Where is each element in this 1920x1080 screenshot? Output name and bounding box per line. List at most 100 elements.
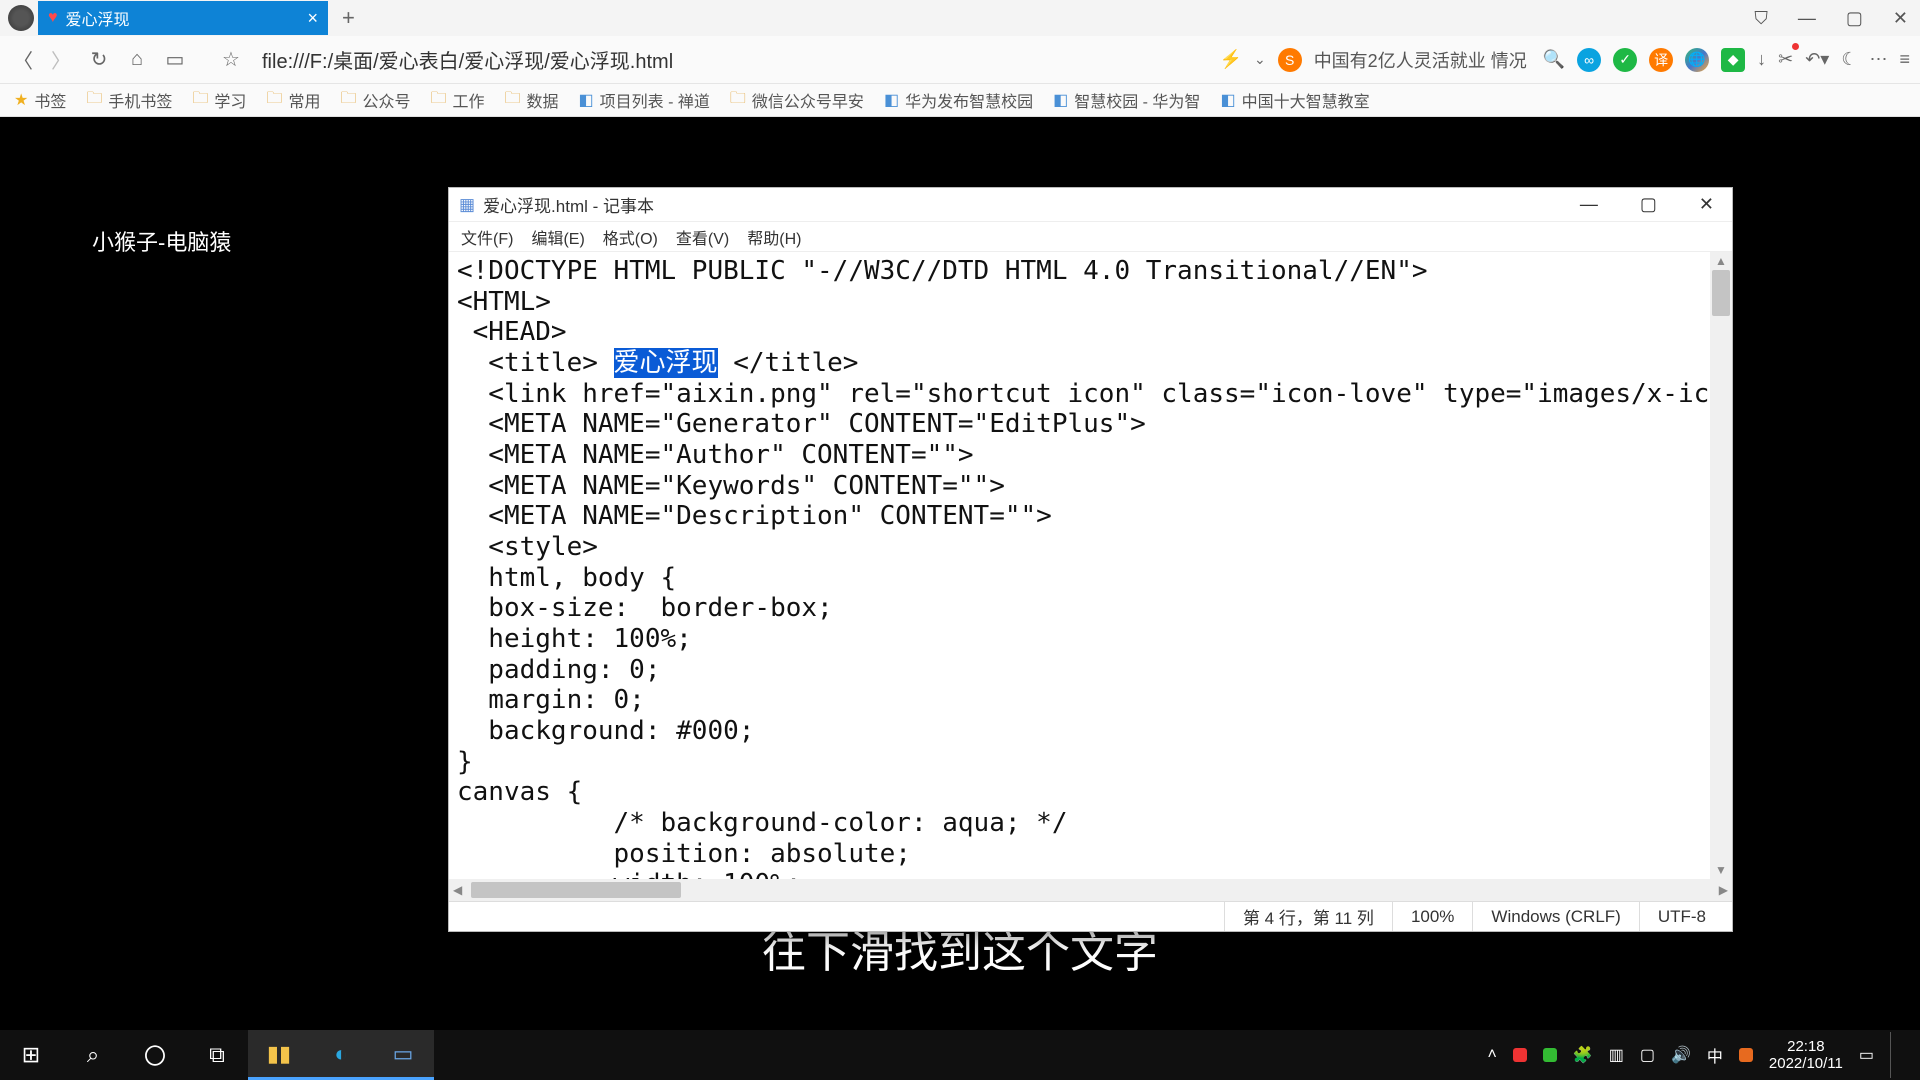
forward-button[interactable]: 〉 (48, 45, 74, 74)
tray-icon-wechat[interactable] (1543, 1048, 1557, 1062)
window-controls: ⛉ — ▢ ✕ (1748, 6, 1914, 31)
maximize-button[interactable]: ▢ (1840, 6, 1869, 31)
bookmark-item[interactable]: ★书签 (14, 88, 66, 112)
home-button[interactable]: ⌂ (124, 48, 150, 71)
notepad-close-button[interactable]: ✕ (1691, 194, 1722, 215)
menu-view[interactable]: 查看(V) (676, 225, 729, 249)
browser-taskbar[interactable]: ◐ (310, 1030, 372, 1080)
scroll-right-icon[interactable]: ▶ (1715, 883, 1732, 897)
menu-edit[interactable]: 编辑(E) (531, 225, 584, 249)
notepad-titlebar[interactable]: ▦ 爱心浮现.html - 记事本 — ▢ ✕ (449, 188, 1732, 222)
bookmark-label: 数据 (527, 88, 559, 112)
bookmark-item[interactable]: 🗀学习 (192, 87, 246, 114)
bookmark-label: 项目列表 - 禅道 (600, 88, 710, 112)
file-explorer-taskbar[interactable]: ▮▮ (248, 1030, 310, 1080)
url-input[interactable]: file:///F:/桌面/爱心表白/爱心浮现/爱心浮现.html (256, 41, 1208, 78)
bookmark-item[interactable]: 🗀微信公众号早安 (730, 87, 864, 114)
close-window-button[interactable]: ✕ (1887, 6, 1914, 31)
notifications-icon[interactable]: ▭ (1859, 1045, 1874, 1065)
bookmark-item[interactable]: ◧ 中国十大智慧教室 (1220, 88, 1369, 112)
adblock-icon[interactable]: ◆ (1721, 48, 1745, 72)
folder-icon: 🗀 (430, 87, 446, 114)
favorite-icon[interactable]: ☆ (218, 47, 244, 72)
browser-tab-active[interactable]: ♥ 爱心浮现 × (38, 1, 328, 35)
bookmark-item[interactable]: ◧华为发布智慧校园 (884, 88, 1033, 112)
undo-icon[interactable]: ↶▾ (1805, 49, 1829, 70)
taskbar-clock[interactable]: 22:18 2022/10/11 (1769, 1038, 1843, 1073)
show-desktop-button[interactable] (1890, 1032, 1912, 1078)
search-hint[interactable]: 中国有2亿人灵活就业 情况 (1314, 47, 1527, 73)
scroll-up-icon[interactable]: ▲ (1710, 254, 1732, 268)
task-view-button[interactable]: ⧉ (186, 1030, 248, 1080)
moon-icon[interactable]: ☾ (1841, 49, 1857, 70)
minimize-button[interactable]: — (1792, 6, 1822, 31)
close-tab-icon[interactable]: × (307, 8, 318, 29)
reload-button[interactable]: ↻ (86, 47, 112, 72)
search-icon[interactable]: 🔍 (1543, 49, 1565, 70)
system-tray: ˄ 🧩 ▥ ▢ 🔊 中 22:18 2022/10/11 ▭ (1487, 1032, 1920, 1078)
page-icon: ◧ (1220, 90, 1235, 110)
tray-icon-misc[interactable]: 🧩 (1573, 1045, 1593, 1065)
notepad-vertical-scrollbar[interactable]: ▲ ▼ (1710, 252, 1732, 879)
status-eol: Windows (CRLF) (1472, 902, 1638, 931)
reader-icon[interactable]: ▭ (162, 47, 188, 72)
scroll-down-icon[interactable]: ▼ (1710, 863, 1732, 877)
folder-icon: 🗀 (192, 87, 208, 114)
folder-icon: 🗀 (266, 87, 282, 114)
bookmark-item[interactable]: ◧智慧校园 - 华为智 (1053, 88, 1200, 112)
cortana-button[interactable]: 〇 (124, 1030, 186, 1080)
scroll-thumb-horizontal[interactable] (471, 882, 681, 898)
bookmark-item[interactable]: 🗀手机书签 (86, 87, 172, 114)
menu-format[interactable]: 格式(O) (603, 225, 658, 249)
volume-icon[interactable]: 🔊 (1671, 1045, 1691, 1065)
notepad-horizontal-scrollbar[interactable]: ◀ ▶ (449, 879, 1732, 901)
bookmark-item[interactable]: ◧项目列表 - 禅道 (579, 88, 710, 112)
scissors-icon[interactable]: ✂ (1778, 49, 1793, 70)
download-icon[interactable]: ↓ (1757, 49, 1766, 70)
bookmark-item[interactable]: 🗀公众号 (340, 87, 410, 114)
bookmark-label: 华为发布智慧校园 (905, 88, 1033, 112)
profile-avatar[interactable] (8, 5, 34, 31)
menu-help[interactable]: 帮助(H) (747, 225, 801, 249)
bookmark-item[interactable]: 🗀数据 (505, 87, 559, 114)
notepad-textarea[interactable]: <!DOCTYPE HTML PUBLIC "-//W3C//DTD HTML … (449, 252, 1710, 879)
scroll-thumb-vertical[interactable] (1712, 270, 1730, 316)
heart-icon: ♥ (48, 9, 58, 27)
sogou-icon[interactable]: S (1278, 48, 1302, 72)
ime-indicator[interactable]: 中 (1707, 1043, 1723, 1067)
menu-icon[interactable]: ≡ (1899, 49, 1910, 70)
status-zoom: 100% (1392, 902, 1472, 931)
notepad-taskbar[interactable]: ▭ (372, 1030, 434, 1080)
bookmarks-bar: ★书签🗀手机书签🗀学习🗀常用🗀公众号🗀工作🗀数据◧项目列表 - 禅道🗀微信公众号… (0, 84, 1920, 117)
folder-icon: 🗀 (505, 87, 521, 114)
bookmark-label: 中国十大智慧教室 (1242, 88, 1370, 112)
more-icon[interactable]: ⋯ (1869, 49, 1887, 70)
tray-icon-sogou[interactable] (1739, 1048, 1753, 1062)
tab-strip: ♥ 爱心浮现 × + ⛉ — ▢ ✕ (0, 0, 1920, 36)
tray-chevron-icon[interactable]: ˄ (1487, 1046, 1496, 1064)
scroll-left-icon[interactable]: ◀ (449, 883, 466, 897)
address-bar-row: 〈 〉 ↻ ⌂ ▭ ☆ file:///F:/桌面/爱心表白/爱心浮现/爱心浮现… (0, 36, 1920, 84)
network-icon[interactable]: ▢ (1640, 1045, 1655, 1065)
translate-icon[interactable]: 译 (1649, 48, 1673, 72)
notepad-minimize-button[interactable]: — (1572, 194, 1606, 215)
notepad-maximize-button[interactable]: ▢ (1632, 194, 1665, 215)
start-button[interactable]: ⊞ (0, 1030, 62, 1080)
bookmark-label: 智慧校园 - 华为智 (1074, 88, 1200, 112)
status-encoding: UTF-8 (1639, 902, 1724, 931)
chevron-down-icon[interactable]: ⌄ (1254, 51, 1266, 68)
bookmark-item[interactable]: 🗀常用 (266, 87, 320, 114)
back-button[interactable]: 〈 (10, 45, 36, 74)
ext-icon-2[interactable]: ✓ (1613, 48, 1637, 72)
shield-icon[interactable]: ⛉ (1748, 6, 1774, 31)
tray-icon-red[interactable] (1513, 1048, 1527, 1062)
globe-icon[interactable]: 🌐 (1685, 48, 1709, 72)
battery-icon[interactable]: ▥ (1609, 1045, 1624, 1065)
bookmark-label: 微信公众号早安 (752, 88, 864, 112)
bookmark-item[interactable]: 🗀工作 (430, 87, 484, 114)
menu-file[interactable]: 文件(F) (461, 225, 513, 249)
ext-icon-1[interactable]: ∞ (1577, 48, 1601, 72)
bolt-icon[interactable]: ⚡ (1220, 49, 1242, 70)
new-tab-button[interactable]: + (342, 5, 355, 31)
search-button[interactable]: ⌕ (62, 1030, 124, 1080)
